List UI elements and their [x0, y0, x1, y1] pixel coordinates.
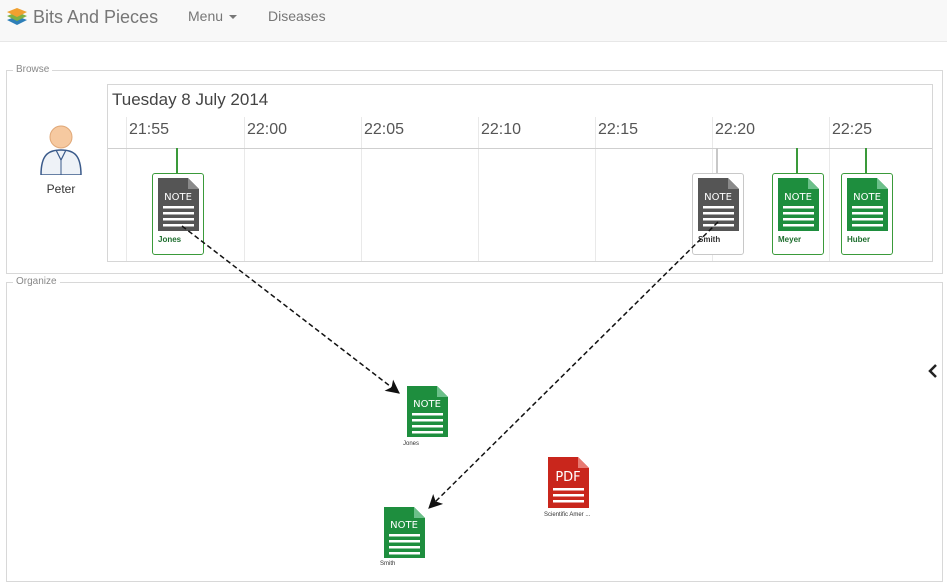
user-avatar-icon — [40, 125, 82, 176]
note-icon: NOTE — [778, 178, 819, 231]
person-name: Peter — [46, 182, 76, 196]
note-icon: NOTE — [847, 178, 888, 231]
timeline-item-label: Meyer — [778, 235, 802, 244]
tick-label: 22:00 — [247, 121, 288, 138]
timeline-item-label: Jones — [158, 235, 182, 244]
browse-legend: Browse — [13, 64, 53, 75]
brand-link[interactable]: Bits And Pieces — [5, 6, 158, 28]
organize-item-jones[interactable]: NOTE — [407, 386, 448, 442]
timeline-item-huber[interactable]: NOTE Huber — [841, 173, 893, 255]
organize-item-label: Jones — [403, 441, 420, 447]
timeline-stem — [865, 148, 867, 174]
tick-label: 22:15 — [598, 121, 639, 138]
note-icon-text: NOTE — [784, 192, 812, 203]
timeline-date: Tuesday 8 July 2014 — [112, 90, 269, 109]
timeline-item-jones[interactable]: NOTE Jones — [152, 173, 204, 255]
timeline-gridline — [829, 117, 830, 261]
tick-label: 22:05 — [364, 121, 405, 138]
organize-item-label: Scientific Amer ... — [544, 512, 591, 518]
note-icon-text: NOTE — [390, 520, 418, 531]
tick-label: 22:10 — [481, 121, 522, 138]
timeline-stem — [716, 148, 718, 174]
nav-diseases[interactable]: Diseases — [268, 8, 326, 24]
organize-item-label: Smith — [380, 561, 396, 567]
timeline-item-meyer[interactable]: NOTE Meyer — [772, 173, 824, 255]
organize-legend: Organize — [13, 276, 60, 287]
note-icon: NOTE — [698, 178, 739, 231]
brand-name: Bits And Pieces — [33, 6, 159, 27]
note-icon-text: NOTE — [853, 192, 881, 203]
note-icon-text: NOTE — [164, 192, 192, 203]
timeline-item-label: Smith — [698, 235, 721, 244]
organize-section: Organize — [6, 276, 943, 582]
note-icon-text: NOTE — [413, 399, 441, 410]
timeline-gridline — [595, 117, 596, 261]
pdf-icon: PDF — [548, 457, 589, 508]
pdf-icon-text: PDF — [555, 470, 580, 485]
timeline-stem — [176, 148, 178, 174]
organize-item-scientific-american[interactable]: PDF — [548, 457, 589, 513]
menu-label: Menu — [188, 8, 224, 24]
note-icon-text: NOTE — [704, 192, 732, 203]
tick-label: 21:55 — [129, 121, 170, 138]
person-peter[interactable]: Peter — [38, 125, 84, 196]
caret-down-icon — [229, 15, 238, 20]
stacked-layers-icon — [7, 8, 27, 25]
menu-dropdown[interactable]: Menu — [188, 8, 238, 24]
note-icon: NOTE — [384, 507, 425, 558]
timeline-gridline — [244, 117, 245, 261]
timeline-stem — [796, 148, 798, 174]
timeline-gridline — [361, 117, 362, 261]
timeline[interactable]: Tuesday 8 July 2014 21:55 22:00 22:05 22… — [107, 84, 933, 262]
note-icon: NOTE — [407, 386, 448, 437]
organize-item-smith[interactable]: NOTE — [384, 507, 425, 563]
timeline-gridline — [478, 117, 479, 261]
chevron-left-icon[interactable] — [924, 362, 942, 380]
diseases-label: Diseases — [268, 8, 326, 24]
navbar: Bits And Pieces Menu Diseases — [0, 0, 947, 42]
timeline-item-smith[interactable]: NOTE Smith — [692, 173, 744, 255]
timeline-gridline — [126, 117, 127, 261]
note-icon: NOTE — [158, 178, 199, 231]
timeline-item-label: Huber — [847, 235, 871, 244]
tick-label: 22:20 — [715, 121, 756, 138]
tick-label: 22:25 — [832, 121, 873, 138]
timeline-axis — [108, 148, 932, 149]
